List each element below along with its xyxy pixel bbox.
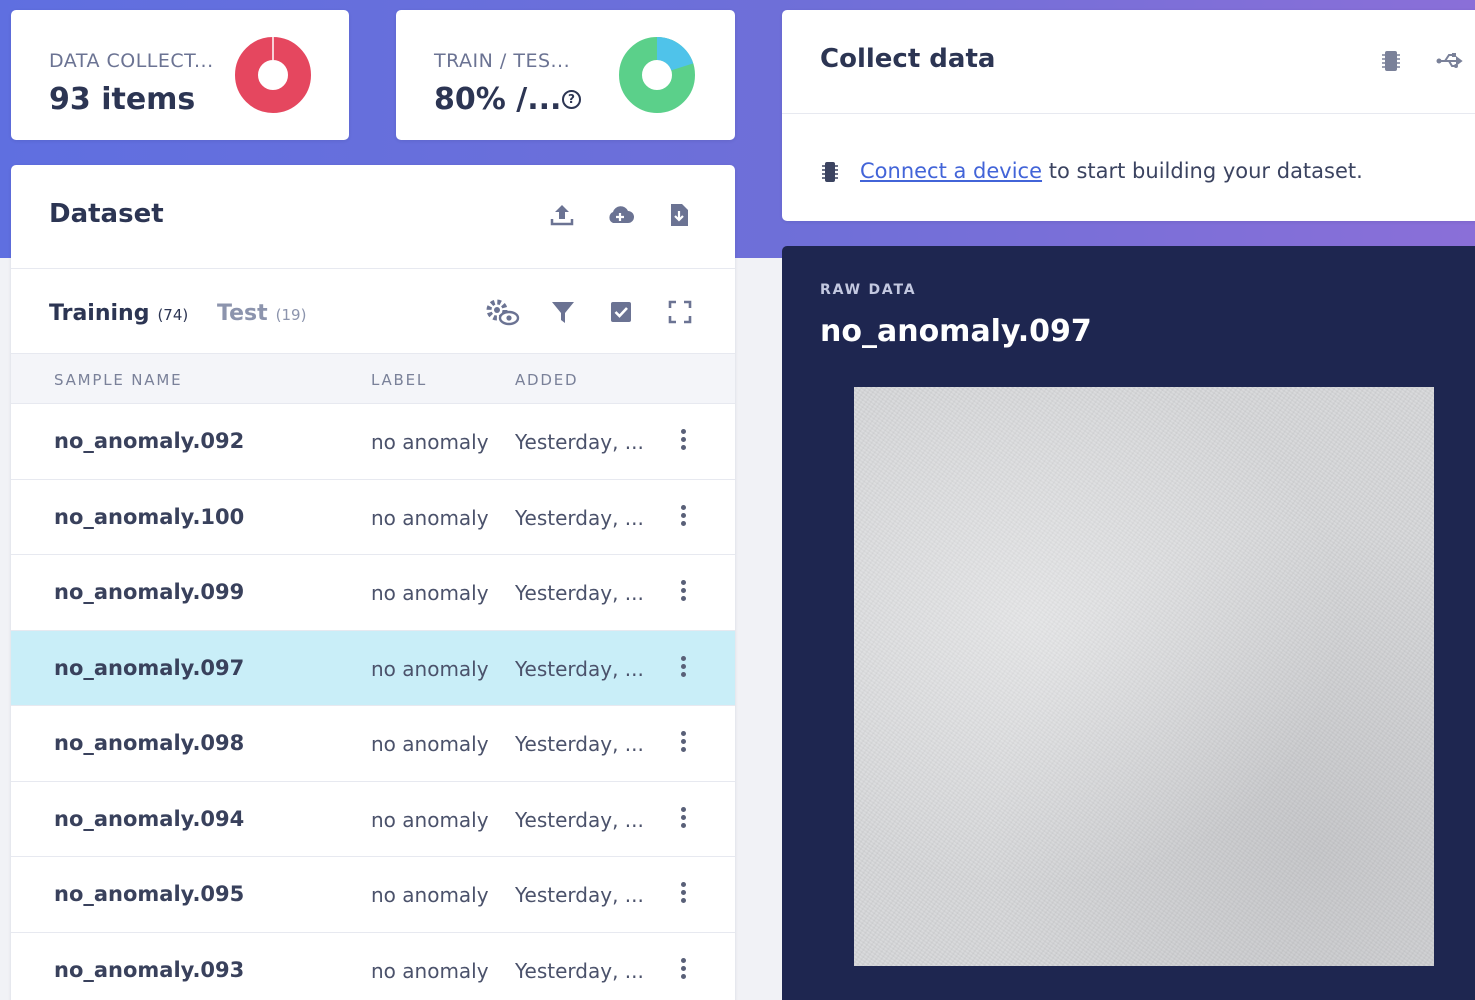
sample-label: no anomaly bbox=[371, 656, 489, 681]
sample-label: no anomaly bbox=[371, 581, 489, 605]
sample-name: no_anomaly.098 bbox=[54, 731, 245, 755]
row-menu-icon[interactable] bbox=[673, 806, 693, 833]
sample-added: Yesterday, ... bbox=[515, 958, 644, 983]
table-row[interactable]: no_anomaly.098 no anomaly Yesterday, ... bbox=[11, 706, 735, 782]
sample-label: no anomaly bbox=[371, 732, 489, 756]
settings-eye-icon[interactable] bbox=[484, 297, 520, 327]
checkbox-icon[interactable] bbox=[606, 297, 636, 327]
sample-added: Yesterday, ... bbox=[515, 883, 644, 907]
sample-name: no_anomaly.097 bbox=[54, 655, 245, 680]
table-row[interactable]: no_anomaly.099 no anomaly Yesterday, ... bbox=[11, 555, 735, 631]
usb-icon[interactable] bbox=[1435, 48, 1465, 74]
sample-table-body: no_anomaly.092 no anomaly Yesterday, ...… bbox=[11, 404, 735, 1000]
cloud-add-icon[interactable] bbox=[606, 201, 634, 229]
dataset-title: Dataset bbox=[49, 199, 164, 229]
table-row[interactable]: no_anomaly.092 no anomaly Yesterday, ... bbox=[11, 404, 735, 480]
data-collected-value: 93 items bbox=[49, 82, 196, 117]
row-menu-icon[interactable] bbox=[673, 429, 693, 455]
row-menu-icon[interactable] bbox=[673, 882, 693, 908]
download-icon[interactable] bbox=[665, 201, 693, 229]
tab-training-label: Training bbox=[49, 301, 150, 326]
row-menu-icon[interactable] bbox=[673, 655, 693, 682]
sample-added: Yesterday, ... bbox=[515, 581, 644, 605]
sample-label: no anomaly bbox=[371, 883, 489, 907]
sample-name: no_anomaly.099 bbox=[54, 580, 245, 604]
upload-icon[interactable] bbox=[548, 201, 576, 229]
sample-added: Yesterday, ... bbox=[515, 732, 644, 756]
device-chip-icon bbox=[822, 162, 838, 182]
sample-label: no anomaly bbox=[371, 505, 489, 530]
data-collected-label: DATA COLLECT... bbox=[49, 50, 214, 72]
data-collected-card: DATA COLLECT... 93 items bbox=[11, 10, 349, 140]
dataset-tabs: Training (74) Test (19) bbox=[11, 269, 735, 354]
sample-name: no_anomaly.093 bbox=[54, 957, 245, 982]
sample-label: no anomaly bbox=[371, 430, 489, 454]
connect-device-link[interactable]: Connect a device bbox=[860, 159, 1042, 183]
collect-data-header: Collect data bbox=[782, 10, 1475, 114]
column-label[interactable]: LABEL bbox=[371, 371, 427, 389]
collect-data-body: Connect a device to start building your … bbox=[782, 114, 1475, 220]
sample-added: Yesterday, ... bbox=[515, 656, 644, 681]
data-collected-donut bbox=[235, 36, 311, 113]
collect-data-card: Collect data Connect a device to start b… bbox=[782, 10, 1475, 221]
sample-image bbox=[854, 387, 1434, 966]
sample-label: no anomaly bbox=[371, 958, 489, 983]
filter-icon[interactable] bbox=[548, 297, 578, 327]
table-row[interactable]: no_anomaly.094 no anomaly Yesterday, ... bbox=[11, 781, 735, 857]
fullscreen-icon[interactable] bbox=[665, 297, 695, 327]
sample-added: Yesterday, ... bbox=[515, 807, 644, 832]
row-menu-icon[interactable] bbox=[673, 580, 693, 606]
raw-data-panel: RAW DATA no_anomaly.097 bbox=[782, 246, 1475, 1000]
row-menu-icon[interactable] bbox=[673, 731, 693, 757]
tab-test-count: (19) bbox=[275, 306, 307, 324]
raw-data-label: RAW DATA bbox=[820, 282, 917, 298]
sample-added: Yesterday, ... bbox=[515, 430, 644, 454]
dataset-header: Dataset bbox=[11, 165, 735, 269]
sample-name: no_anomaly.092 bbox=[54, 429, 245, 453]
row-menu-icon[interactable] bbox=[673, 504, 693, 531]
sample-name: no_anomaly.100 bbox=[54, 504, 245, 529]
collect-data-title: Collect data bbox=[820, 44, 996, 74]
table-row[interactable]: no_anomaly.095 no anomaly Yesterday, ... bbox=[11, 857, 735, 933]
table-row[interactable]: no_anomaly.093 no anomaly Yesterday, ... bbox=[11, 932, 735, 1000]
row-menu-icon[interactable] bbox=[673, 957, 693, 984]
sample-added: Yesterday, ... bbox=[515, 505, 644, 530]
column-sample-name[interactable]: SAMPLE NAME bbox=[54, 371, 182, 389]
column-added[interactable]: ADDED bbox=[515, 371, 578, 389]
sample-name: no_anomaly.094 bbox=[54, 806, 245, 831]
connect-device-message: Connect a device to start building your … bbox=[860, 159, 1363, 183]
tab-training[interactable]: Training (74) bbox=[49, 301, 188, 326]
connect-device-text: to start building your dataset. bbox=[1042, 159, 1363, 183]
tab-training-count: (74) bbox=[157, 306, 189, 324]
train-test-value: 80% /... bbox=[434, 82, 562, 117]
raw-data-title: no_anomaly.097 bbox=[820, 314, 1092, 349]
train-test-label: TRAIN / TES... bbox=[434, 50, 571, 72]
device-chip-icon[interactable] bbox=[1378, 48, 1404, 74]
train-test-donut bbox=[619, 37, 695, 113]
table-row-selected[interactable]: no_anomaly.097 no anomaly Yesterday, ... bbox=[11, 630, 735, 706]
dataset-card: Dataset Training (74) Test (19) SAMPLE N… bbox=[11, 165, 735, 1000]
train-test-card: TRAIN / TES... 80% /... ? bbox=[396, 10, 735, 140]
tab-test[interactable]: Test (19) bbox=[217, 301, 306, 326]
sample-name: no_anomaly.095 bbox=[54, 882, 245, 906]
help-icon[interactable]: ? bbox=[562, 90, 581, 109]
table-header: SAMPLE NAME LABEL ADDED bbox=[11, 354, 735, 404]
table-row[interactable]: no_anomaly.100 no anomaly Yesterday, ... bbox=[11, 479, 735, 555]
sample-label: no anomaly bbox=[371, 807, 489, 832]
tab-test-label: Test bbox=[217, 301, 268, 326]
